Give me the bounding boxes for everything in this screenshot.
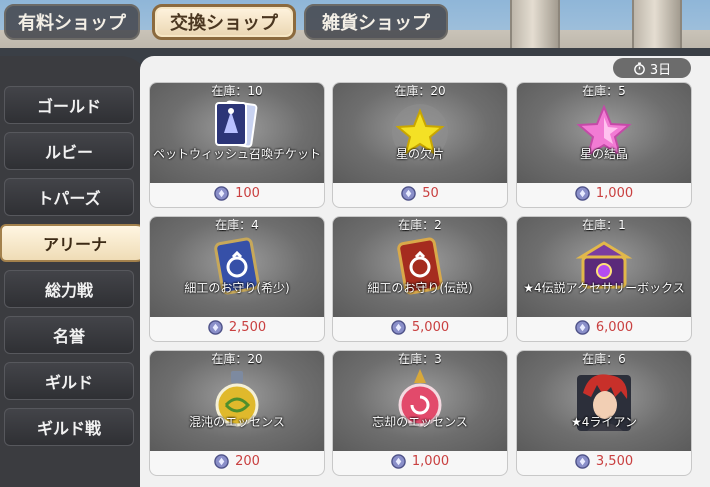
- item-name: 混沌のエッセンス: [189, 415, 285, 429]
- shop-item-card[interactable]: 在庫：4 細工のお守り(希少) 2,500: [149, 216, 325, 342]
- reset-timer: 3日: [613, 58, 691, 78]
- shop-item-card[interactable]: 在庫：20 混沌のエッセンス 200: [149, 350, 325, 476]
- arena-coin-icon: [575, 319, 590, 335]
- shop-item-card[interactable]: 在庫：3 忘却のエッセンス 1,000: [332, 350, 508, 476]
- arena-coin-icon: [391, 319, 406, 335]
- price: 100: [150, 181, 324, 205]
- price: 200: [150, 449, 324, 473]
- sidebar-item-topaz[interactable]: トパーズ: [4, 178, 134, 216]
- arena-coin-icon: [214, 185, 229, 201]
- sidebar-item-honor[interactable]: 名誉: [4, 316, 134, 354]
- sidebar-item-gold[interactable]: ゴールド: [4, 86, 134, 124]
- shop-item-card[interactable]: 在庫：5 星の結晶 1,000: [516, 82, 692, 208]
- item-name: ペットウィッシュ召喚チケット: [152, 147, 321, 161]
- item-name: ★4ライアン: [571, 415, 637, 429]
- sidebar-item-arena[interactable]: アリーナ: [0, 224, 150, 262]
- arena-coin-icon: [401, 185, 416, 201]
- shop-item-card[interactable]: 在庫：10 ペットウィッシュ召喚チケット 100: [149, 82, 325, 208]
- price: 3,500: [517, 449, 691, 473]
- item-name: 細工のお守り(希少): [184, 281, 290, 295]
- item-name: 細工のお守り(伝説): [367, 281, 473, 295]
- tab-paid-shop[interactable]: 有料ショップ: [4, 4, 140, 40]
- arena-coin-icon: [391, 453, 406, 469]
- tab-exchange-shop[interactable]: 交換ショップ: [152, 4, 296, 40]
- sidebar-item-total-war[interactable]: 総力戦: [4, 270, 134, 308]
- shop-item-card[interactable]: 在庫：20 星の欠片 50: [332, 82, 508, 208]
- price: 1,000: [333, 449, 507, 473]
- item-name: ★4伝説アクセサリーボックス: [523, 281, 685, 295]
- arena-coin-icon: [575, 453, 590, 469]
- item-name: 星の結晶: [579, 147, 628, 161]
- item-name: 星の欠片: [395, 147, 444, 161]
- item-name: 忘却のエッセンス: [372, 415, 468, 429]
- sidebar-item-guild-war[interactable]: ギルド戦: [4, 408, 134, 446]
- shop-item-card[interactable]: 在庫：1 ★4伝説アクセサリーボックス 6,000: [516, 216, 692, 342]
- price: 6,000: [517, 315, 691, 339]
- price: 50: [333, 181, 507, 205]
- price: 5,000: [333, 315, 507, 339]
- price: 2,500: [150, 315, 324, 339]
- sidebar-item-ruby[interactable]: ルビー: [4, 132, 134, 170]
- stopwatch-icon: [634, 61, 645, 75]
- arena-coin-icon: [208, 319, 223, 335]
- arena-coin-icon: [575, 185, 590, 201]
- arena-coin-icon: [214, 453, 229, 469]
- sidebar-item-guild[interactable]: ギルド: [4, 362, 134, 400]
- price: 1,000: [517, 181, 691, 205]
- shop-item-card[interactable]: 在庫：2 細工のお守り(伝説) 5,000: [332, 216, 508, 342]
- tab-general-shop[interactable]: 雑貨ショップ: [304, 4, 448, 40]
- shop-item-card[interactable]: 在庫：6 ★4ライアン 3,500: [516, 350, 692, 476]
